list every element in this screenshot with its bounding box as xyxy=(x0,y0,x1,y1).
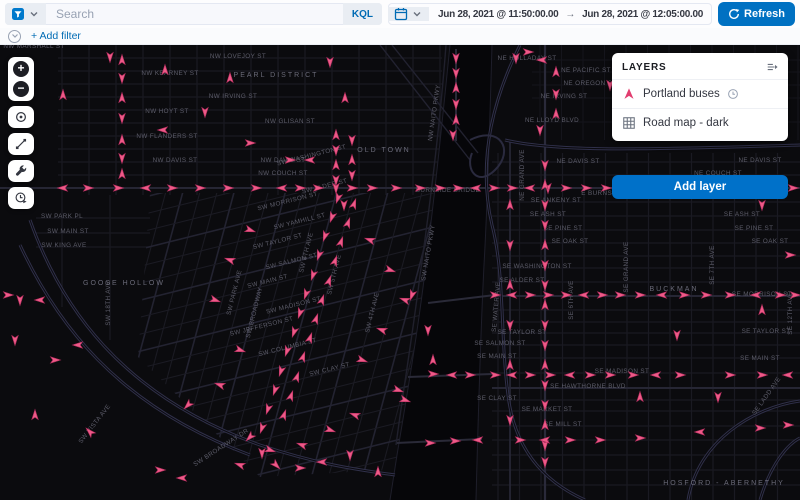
bus-arrow-icon xyxy=(622,87,636,101)
refresh-button[interactable]: Refresh xyxy=(718,2,795,26)
bullseye-icon xyxy=(14,110,28,124)
district-label: BUCKMAN xyxy=(649,286,698,293)
collapse-panel-icon[interactable] xyxy=(766,61,778,73)
layers-panel-title: LAYERS xyxy=(622,62,666,73)
district-label: OLD TOWN xyxy=(357,147,410,154)
street-label: SW PARK PL xyxy=(41,213,83,220)
chevron-down-icon xyxy=(28,8,40,20)
street-label: SE 6TH AVE xyxy=(568,280,575,320)
layers-panel: LAYERS Portland buses xyxy=(612,53,788,141)
street-label: NW IRVING ST xyxy=(209,93,257,100)
street-label: NW LOVEJOY ST xyxy=(210,53,266,60)
street-label: SE TAYLOR ST xyxy=(742,328,791,335)
filter-bar: + Add filter xyxy=(0,28,800,45)
district-label: GOOSE HOLLOW xyxy=(83,280,165,287)
street-label: SE OAK ST xyxy=(552,238,589,245)
street-label: NE IRVING ST xyxy=(541,93,588,100)
search-bar[interactable]: KQL xyxy=(5,3,382,25)
street-label: SE HAWTHORNE BLVD xyxy=(550,383,626,390)
street-label: NW COUCH ST xyxy=(258,170,308,177)
street-label: SE WASHINGTON ST xyxy=(502,263,571,270)
date-to[interactable]: Jun 28, 2021 @ 12:05:00.00 xyxy=(582,9,703,20)
street-label: NW HOYT ST xyxy=(145,108,188,115)
refresh-label: Refresh xyxy=(744,8,785,20)
street-label: NE GRAND AVE xyxy=(519,149,526,201)
street-label: SE TAYLOR ST xyxy=(498,329,547,336)
filter-options-button[interactable] xyxy=(8,30,21,43)
query-bar: KQL Jun 28, 2021 @ 11:50:00.00 → Jun 28,… xyxy=(0,0,800,28)
layer-label: Portland buses xyxy=(643,88,720,100)
district-label: HOSFORD - ABERNETHY xyxy=(663,480,785,487)
search-input[interactable] xyxy=(46,3,343,25)
street-label: NE HOLLADAY ST xyxy=(498,55,557,62)
street-label: SW MAIN ST xyxy=(47,228,88,235)
date-from[interactable]: Jun 28, 2021 @ 11:50:00.00 xyxy=(438,9,558,20)
query-menu-button[interactable] xyxy=(5,3,46,25)
street-label: SW KING AVE xyxy=(41,242,86,249)
date-range-arrow-icon: → xyxy=(565,9,575,20)
street-label: NE DAVIS ST xyxy=(738,157,781,164)
street-label: NW GLISAN ST xyxy=(265,118,315,125)
street-label: SE MARKET ST xyxy=(522,406,573,413)
street-label: SE ASH ST xyxy=(530,211,566,218)
layer-row-portland-buses[interactable]: Portland buses xyxy=(612,80,788,108)
filter-query-icon xyxy=(11,7,25,21)
street-label: SE GRAND AVE xyxy=(623,241,630,292)
street-label: NW DAVIS ST xyxy=(153,157,198,164)
street-label: SE MILL ST xyxy=(544,421,582,428)
vector-line-icon xyxy=(14,137,28,151)
street-label: SW 18TH AVE xyxy=(105,280,112,325)
layer-row-road-map-dark[interactable]: Road map - dark xyxy=(612,108,788,137)
street-label: SE CLAY ST xyxy=(477,395,517,402)
measure-button[interactable] xyxy=(8,133,34,155)
street-label: NE LLOYD BLVD xyxy=(525,117,579,124)
street-label: NW FLANDERS ST xyxy=(136,133,197,140)
kql-badge[interactable]: KQL xyxy=(343,3,382,25)
clock-play-icon xyxy=(14,191,28,205)
time-filter-info-icon xyxy=(727,88,739,100)
street-label: NE PACIFIC ST xyxy=(561,67,611,74)
date-range-picker[interactable]: Jun 28, 2021 @ 11:50:00.00 → Jun 28, 202… xyxy=(388,3,712,25)
date-quick-select-button[interactable] xyxy=(388,7,429,21)
street-label: NE DAVIS ST xyxy=(556,158,599,165)
street-label: SE PINE ST xyxy=(544,225,583,232)
street-label: SE SALMON ST xyxy=(474,340,525,347)
street-label: SE ALDER ST xyxy=(500,277,545,284)
street-label: SE PINE ST xyxy=(735,225,774,232)
wrench-icon xyxy=(14,164,28,178)
fit-to-data-button[interactable] xyxy=(8,106,34,128)
add-layer-button[interactable]: Add layer xyxy=(612,175,788,199)
map-toolbar: + − xyxy=(8,57,34,209)
district-label: PEARL DISTRICT xyxy=(234,72,319,79)
street-label: SE MAIN ST xyxy=(740,355,780,362)
street-label: SE OAK ST xyxy=(752,238,789,245)
zoom-out-button[interactable]: − xyxy=(13,81,29,97)
chevron-down-icon xyxy=(11,32,19,40)
street-label: SE MADISON ST xyxy=(595,368,650,375)
street-label: NW MARSHALL ST xyxy=(3,45,64,50)
add-filter-link[interactable]: + Add filter xyxy=(31,30,81,42)
refresh-icon xyxy=(728,8,740,20)
street-label: SE ASH ST xyxy=(724,211,760,218)
zoom-controls: + − xyxy=(8,57,34,101)
zoom-in-button[interactable]: + xyxy=(13,61,29,77)
map-canvas[interactable]: NW MARSHALL ST NW LOVEJOY ST NW KEARNEY ST… xyxy=(0,45,800,500)
timeslider-button[interactable] xyxy=(8,187,34,209)
road-map-grid-icon xyxy=(622,116,636,130)
calendar-icon xyxy=(394,7,408,21)
street-label: NW KEARNEY ST xyxy=(141,70,198,77)
street-label: SE ANKENY ST xyxy=(531,197,581,204)
street-label: SE 7TH AVE xyxy=(709,245,716,285)
chevron-down-icon xyxy=(411,8,423,20)
tools-button[interactable] xyxy=(8,160,34,182)
layer-label: Road map - dark xyxy=(643,117,729,129)
street-label: SE MAIN ST xyxy=(477,353,517,360)
